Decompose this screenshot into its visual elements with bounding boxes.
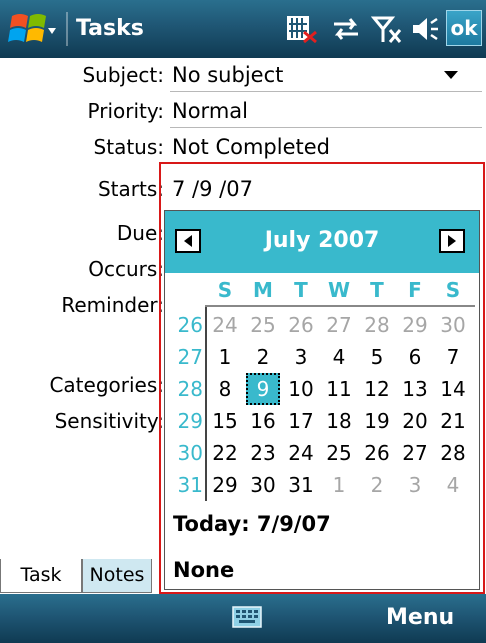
app-title: Tasks <box>76 16 144 41</box>
due-label: Due: <box>116 221 164 245</box>
volume-icon[interactable] <box>408 12 442 46</box>
subject-dropdown-arrow-icon[interactable] <box>444 71 458 79</box>
occurs-label: Occurs: <box>88 257 164 281</box>
ok-button[interactable]: ok <box>446 10 482 46</box>
status-field[interactable]: Not Completed <box>172 132 330 162</box>
priority-field[interactable]: Normal <box>172 96 248 126</box>
windows-start-icon[interactable] <box>4 8 60 52</box>
keyboard-icon[interactable] <box>232 606 262 628</box>
starts-label: Starts: <box>97 177 164 201</box>
subject-label: Subject: <box>82 63 164 87</box>
tab-task[interactable]: Task <box>0 559 82 593</box>
sync-arrows-icon[interactable] <box>328 12 364 46</box>
reminder-label: Reminder: <box>61 293 164 317</box>
sim-card-icon[interactable] <box>282 12 322 46</box>
subject-field[interactable]: No subject <box>172 60 283 90</box>
menu-button[interactable]: Menu <box>386 602 454 634</box>
signal-off-icon[interactable] <box>370 12 404 46</box>
highlight-frame <box>159 162 485 594</box>
status-row[interactable]: Status: Not Completed <box>0 128 486 166</box>
tab-notes[interactable]: Notes <box>82 559 152 593</box>
title-separator <box>66 12 68 46</box>
title-bar: Tasks ok <box>0 0 486 58</box>
priority-row[interactable]: Priority: Normal <box>0 92 486 130</box>
status-label: Status: <box>93 135 164 159</box>
subject-row[interactable]: Subject: No subject <box>0 56 486 94</box>
sensitivity-label: Sensitivity: <box>54 409 164 433</box>
priority-label: Priority: <box>87 99 164 123</box>
menu-bar: Menu <box>0 594 486 643</box>
categories-label: Categories: <box>49 373 164 397</box>
